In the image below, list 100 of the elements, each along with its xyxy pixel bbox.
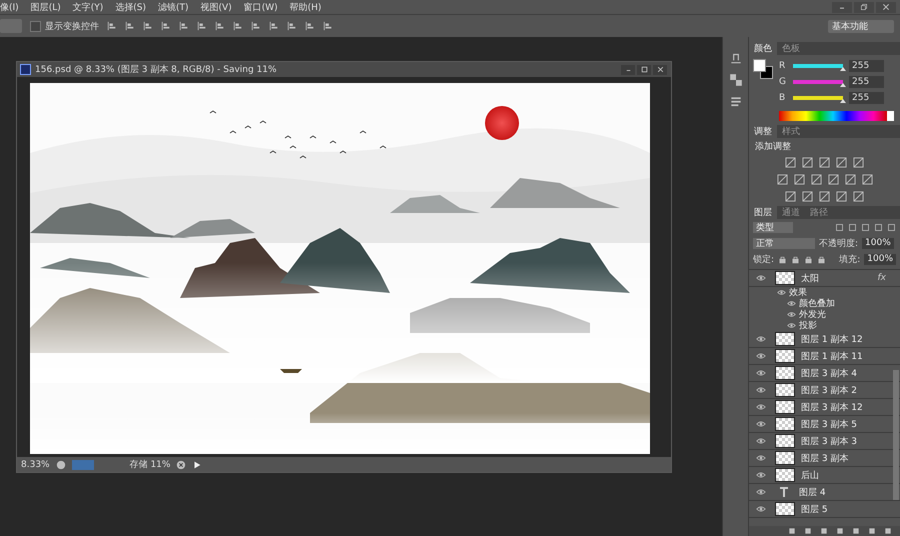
color-swatch-icon[interactable]	[753, 59, 773, 79]
align-icon[interactable]	[323, 21, 333, 31]
adjustment-icon[interactable]	[836, 191, 847, 202]
menu-item[interactable]: 选择(S)	[115, 0, 146, 14]
effect-name: 颜色叠加	[799, 298, 835, 310]
channel-label: R	[779, 60, 786, 70]
minimize-button[interactable]	[621, 64, 635, 74]
lock-option-icon[interactable]	[804, 254, 814, 264]
adjustment-icon[interactable]	[828, 174, 838, 185]
layer-filter-dropdown[interactable]: 类型	[753, 222, 793, 232]
adjustment-icon[interactable]	[853, 157, 864, 168]
panel-tab[interactable]: 调整	[749, 125, 777, 138]
swatches-icon[interactable]	[728, 73, 742, 87]
adjustment-icon[interactable]	[776, 174, 788, 185]
visibility-eye-icon[interactable]	[787, 299, 796, 308]
layer-row[interactable]: 图层 5	[749, 501, 900, 518]
close-button[interactable]	[653, 64, 667, 74]
adjustment-icon[interactable]	[785, 157, 796, 168]
align-icon[interactable]	[107, 21, 117, 31]
adjustment-icon[interactable]	[794, 174, 804, 185]
fill-field[interactable]: 100%	[864, 254, 896, 264]
play-icon[interactable]	[192, 460, 202, 470]
lock-option-icon[interactable]	[791, 254, 800, 264]
visibility-eye-icon[interactable]	[756, 368, 766, 378]
lock-label: 锁定:	[753, 254, 774, 266]
panel-heading: 添加调整	[754, 140, 792, 154]
align-icon[interactable]	[125, 21, 135, 31]
visibility-eye-icon[interactable]	[756, 402, 766, 412]
panel-tab[interactable]: 图层	[749, 206, 777, 219]
menu-item[interactable]: 像(I)	[0, 0, 19, 14]
opacity-label: 不透明度:	[819, 238, 858, 250]
panel-tab[interactable]: 颜色	[749, 42, 777, 55]
panel-tab[interactable]: 样式	[777, 125, 805, 138]
channel-label: G	[779, 76, 787, 86]
restore-button[interactable]	[854, 2, 874, 12]
visibility-eye-icon[interactable]	[756, 453, 766, 463]
color-spectrum-bar[interactable]	[779, 111, 894, 121]
align-icon[interactable]	[161, 21, 171, 31]
visibility-eye-icon[interactable]	[756, 385, 766, 395]
scrollbar[interactable]	[893, 370, 899, 500]
layer-row[interactable]: 图层 1 副本 12	[749, 331, 900, 348]
visibility-eye-icon[interactable]	[756, 419, 766, 429]
adjustment-icon[interactable]	[862, 174, 872, 185]
checkbox[interactable]	[30, 20, 41, 32]
align-icon[interactable]	[233, 21, 243, 31]
visibility-eye-icon[interactable]	[756, 487, 766, 497]
align-icon[interactable]	[287, 21, 297, 31]
adjustment-icon[interactable]	[785, 191, 796, 202]
paragraph-icon[interactable]	[728, 95, 742, 109]
visibility-eye-icon[interactable]	[756, 351, 766, 361]
adjustment-icon[interactable]	[819, 157, 830, 168]
zoom-level: 8.33%	[21, 460, 50, 470]
panel-tab[interactable]: 色板	[777, 42, 805, 55]
menu-item[interactable]: 帮助(H)	[290, 0, 322, 14]
menu-item[interactable]: 文字(Y)	[72, 0, 104, 14]
visibility-eye-icon[interactable]	[756, 436, 766, 446]
visibility-eye-icon[interactable]	[787, 321, 796, 330]
cancel-icon[interactable]	[176, 460, 186, 470]
align-icon[interactable]	[305, 21, 315, 31]
opacity-field[interactable]: 100%	[862, 238, 894, 248]
lock-option-icon[interactable]	[817, 254, 826, 264]
channel-value-field[interactable]: 255	[849, 76, 884, 88]
align-icon[interactable]	[251, 21, 261, 31]
align-icon[interactable]	[179, 21, 189, 31]
menu-item[interactable]: 图层(L)	[30, 0, 61, 14]
layer-thumbnail	[775, 383, 795, 397]
menu-item[interactable]: 窗口(W)	[244, 0, 278, 14]
visibility-eye-icon[interactable]	[756, 334, 766, 344]
adjustment-icon[interactable]	[802, 191, 813, 202]
adjustment-icon[interactable]	[853, 191, 864, 202]
panel-tab[interactable]: 路径	[805, 206, 833, 219]
layer-thumbnail	[775, 434, 795, 448]
blend-mode-dropdown[interactable]: 正常	[753, 238, 815, 248]
history-icon[interactable]	[728, 51, 742, 65]
adjustment-icon[interactable]	[810, 174, 822, 185]
layer-row[interactable]: 图层 1 副本 11	[749, 348, 900, 365]
visibility-eye-icon[interactable]	[756, 470, 766, 480]
visibility-eye-icon[interactable]	[787, 310, 796, 319]
align-icon[interactable]	[143, 21, 153, 31]
adjustment-icon[interactable]	[844, 174, 856, 185]
adjustment-icon[interactable]	[836, 157, 847, 168]
maximize-button[interactable]	[637, 64, 651, 74]
adjustment-icon[interactable]	[819, 191, 830, 202]
visibility-eye-icon[interactable]	[756, 504, 766, 514]
align-icon[interactable]	[197, 21, 207, 31]
menu-item[interactable]: 视图(V)	[200, 0, 232, 14]
channel-value-field[interactable]: 255	[849, 60, 884, 72]
visibility-eye-icon[interactable]	[777, 288, 786, 297]
layer-row[interactable]: 太阳 fx	[749, 270, 900, 287]
close-button[interactable]	[876, 2, 896, 12]
panel-tab[interactable]: 通道	[777, 206, 805, 219]
effects-badge[interactable]: fx	[878, 273, 886, 283]
lock-option-icon[interactable]	[778, 254, 788, 264]
align-icon[interactable]	[269, 21, 279, 31]
adjustment-icon[interactable]	[802, 157, 813, 168]
align-icon[interactable]	[215, 21, 225, 31]
workspace-dropdown[interactable]: 基本功能	[828, 20, 894, 32]
channel-value-field[interactable]: 255	[849, 92, 884, 104]
visibility-eye-icon[interactable]	[756, 273, 766, 283]
menu-item[interactable]: 滤镜(T)	[158, 0, 189, 14]
